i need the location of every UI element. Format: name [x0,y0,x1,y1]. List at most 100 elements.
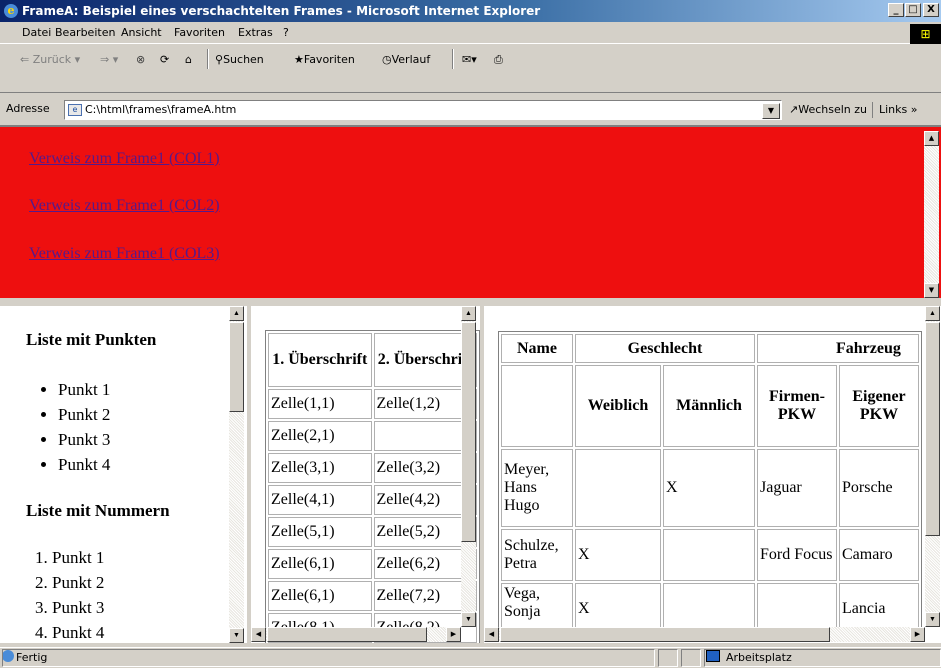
bullet-list: Punkt 1 Punkt 2 Punkt 3 Punkt 4 [58,377,110,477]
back-button[interactable]: ⇐ Zurück ▾ [20,50,80,70]
table-cell: Porsche [839,449,919,527]
middle-frame-vscrollbar[interactable]: ▲ ▼ [461,306,476,627]
table-cell: Zelle(4,1) [268,485,372,515]
scroll-thumb[interactable] [461,322,476,542]
table-cell: Zelle(5,1) [268,517,372,547]
windows-logo-icon: ⊞ [910,24,941,44]
toolbar-separator [207,49,209,69]
list-item: Punkt 2 [52,570,104,595]
table-header-row: 1. Überschrift 2. Überschrift [268,333,477,387]
address-dropdown-icon[interactable]: ▼ [762,103,780,119]
menu-help[interactable]: ? [283,26,289,39]
computer-icon [706,650,720,662]
left-frame: Liste mit Punkten Punkt 1 Punkt 2 Punkt … [0,306,247,643]
table-cell: Meyer, Hans Hugo [501,449,573,527]
scroll-up-icon[interactable]: ▲ [925,306,940,321]
column-header: Fahrzeug [757,334,919,363]
ie-logo-icon: e [4,4,18,18]
table-cell [501,365,573,447]
minimize-button[interactable]: _ [888,3,904,17]
table-cell: Ford Focus [757,529,837,581]
address-input[interactable]: C:\html\frames\frameA.htm [64,100,782,120]
refresh-icon[interactable]: ⟳ [160,50,169,70]
middle-frame: 1. Überschrift 2. Überschrift Zelle(1,1)… [251,306,480,643]
table-row: Meyer, Hans Hugo X Jaguar Porsche [501,449,919,527]
scroll-thumb[interactable] [925,322,940,536]
maximize-button[interactable]: □ [905,3,921,17]
table-row: Zelle(2,1) [268,421,477,451]
menu-datei[interactable]: Datei [22,26,51,39]
table-cell: X [663,449,755,527]
toolbar-separator [452,49,454,69]
scroll-down-icon[interactable]: ▼ [229,628,244,643]
scroll-down-icon[interactable]: ▼ [924,283,939,298]
heading-number-list: Liste mit Nummern [26,501,170,520]
scroll-up-icon[interactable]: ▲ [229,306,244,321]
scroll-thumb[interactable] [500,627,830,642]
column-header: Weiblich [575,365,661,447]
table-cell: X [575,529,661,581]
list-item: Punkt 4 [58,452,110,477]
scroll-left-icon[interactable]: ◀ [484,627,499,642]
right-frame-vscrollbar[interactable]: ▲ ▼ [925,306,940,627]
table-row: Zelle(1,1) Zelle(1,2) [268,389,477,419]
scroll-thumb[interactable] [229,322,244,412]
column-header: Geschlecht [575,334,755,363]
table-cell: Zelle(2,1) [268,421,372,451]
link-col2[interactable]: Verweis zum Frame1 (COL2) [29,197,220,215]
search-button[interactable]: ⚲Suchen [215,50,264,70]
mail-button[interactable]: ✉▾ [462,50,477,70]
list-item: Punkt 4 [52,620,104,643]
right-frame-hscrollbar[interactable]: ◀ ▶ [484,627,925,642]
scroll-down-icon[interactable]: ▼ [461,612,476,627]
close-button[interactable]: X [923,3,939,17]
home-icon[interactable]: ⌂ [185,50,192,70]
zone-text: Arbeitsplatz [726,651,792,664]
scroll-left-icon[interactable]: ◀ [251,627,266,642]
table-row: Zelle(4,1) Zelle(4,2) [268,485,477,515]
menu-ansicht[interactable]: Ansicht [121,26,162,39]
middle-frame-hscrollbar[interactable]: ◀ ▶ [251,627,461,642]
links-button[interactable]: Links » [872,102,918,118]
go-arrow-icon: ↗ [789,103,799,116]
search-icon: ⚲ [215,53,224,66]
scroll-down-icon[interactable]: ▼ [925,612,940,627]
toolbar: ⇐ Zurück ▾ ⇒ ▾ ⊗ ⟳ ⌂ ⚲Suchen ★Favoriten … [0,45,941,93]
favorites-button[interactable]: ★Favoriten [294,50,355,70]
link-col1[interactable]: Verweis zum Frame1 (COL1) [29,150,220,168]
list-item: Punkt 1 [52,545,104,570]
table-cell: Zelle(6,1) [268,581,372,611]
top-frame: Verweis zum Frame1 (COL1) Verweis zum Fr… [0,125,941,298]
list-item: Punkt 1 [58,377,110,402]
print-icon[interactable]: ⎙ [494,50,503,70]
scroll-right-icon[interactable]: ▶ [910,627,925,642]
people-table: Name Geschlecht Fahrzeug Weiblich Männli… [498,331,922,638]
column-header: 1. Überschrift [268,333,372,387]
column-header: Name [501,334,573,363]
go-button[interactable]: ↗Wechseln zu [789,102,867,118]
table-cell: Camaro [839,529,919,581]
numbered-list: Punkt 1 Punkt 2 Punkt 3 Punkt 4 [52,545,104,643]
link-col3[interactable]: Verweis zum Frame1 (COL3) [29,245,220,263]
column-header: Eigener PKW [839,365,919,447]
frame-splitter[interactable] [0,298,941,306]
table-row: Schulze, Petra X Ford Focus Camaro [501,529,919,581]
menu-favoriten[interactable]: Favoriten [174,26,225,39]
scroll-right-icon[interactable]: ▶ [446,627,461,642]
history-button[interactable]: ◷Verlauf [382,50,430,70]
page-icon: e [68,104,82,116]
forward-button[interactable]: ⇒ ▾ [100,50,118,70]
menu-bearbeiten[interactable]: Bearbeiten [55,26,115,39]
top-frame-scrollbar[interactable]: ▲ ▼ [924,131,939,298]
left-frame-scrollbar[interactable]: ▲ ▼ [229,306,244,643]
menu-extras[interactable]: Extras [238,26,273,39]
title-bar[interactable]: FrameA: Beispiel eines verschachtelten F… [0,0,941,22]
table-subheader-row: Weiblich Männlich Firmen-PKW Eigener PKW [501,365,919,447]
scroll-thumb[interactable] [267,627,427,642]
table-header-row: Name Geschlecht Fahrzeug [501,334,919,363]
stop-icon[interactable]: ⊗ [136,50,145,70]
forward-arrow-icon: ⇒ [100,53,110,66]
scroll-up-icon[interactable]: ▲ [461,306,476,321]
table-cell [663,529,755,581]
scroll-up-icon[interactable]: ▲ [924,131,939,146]
